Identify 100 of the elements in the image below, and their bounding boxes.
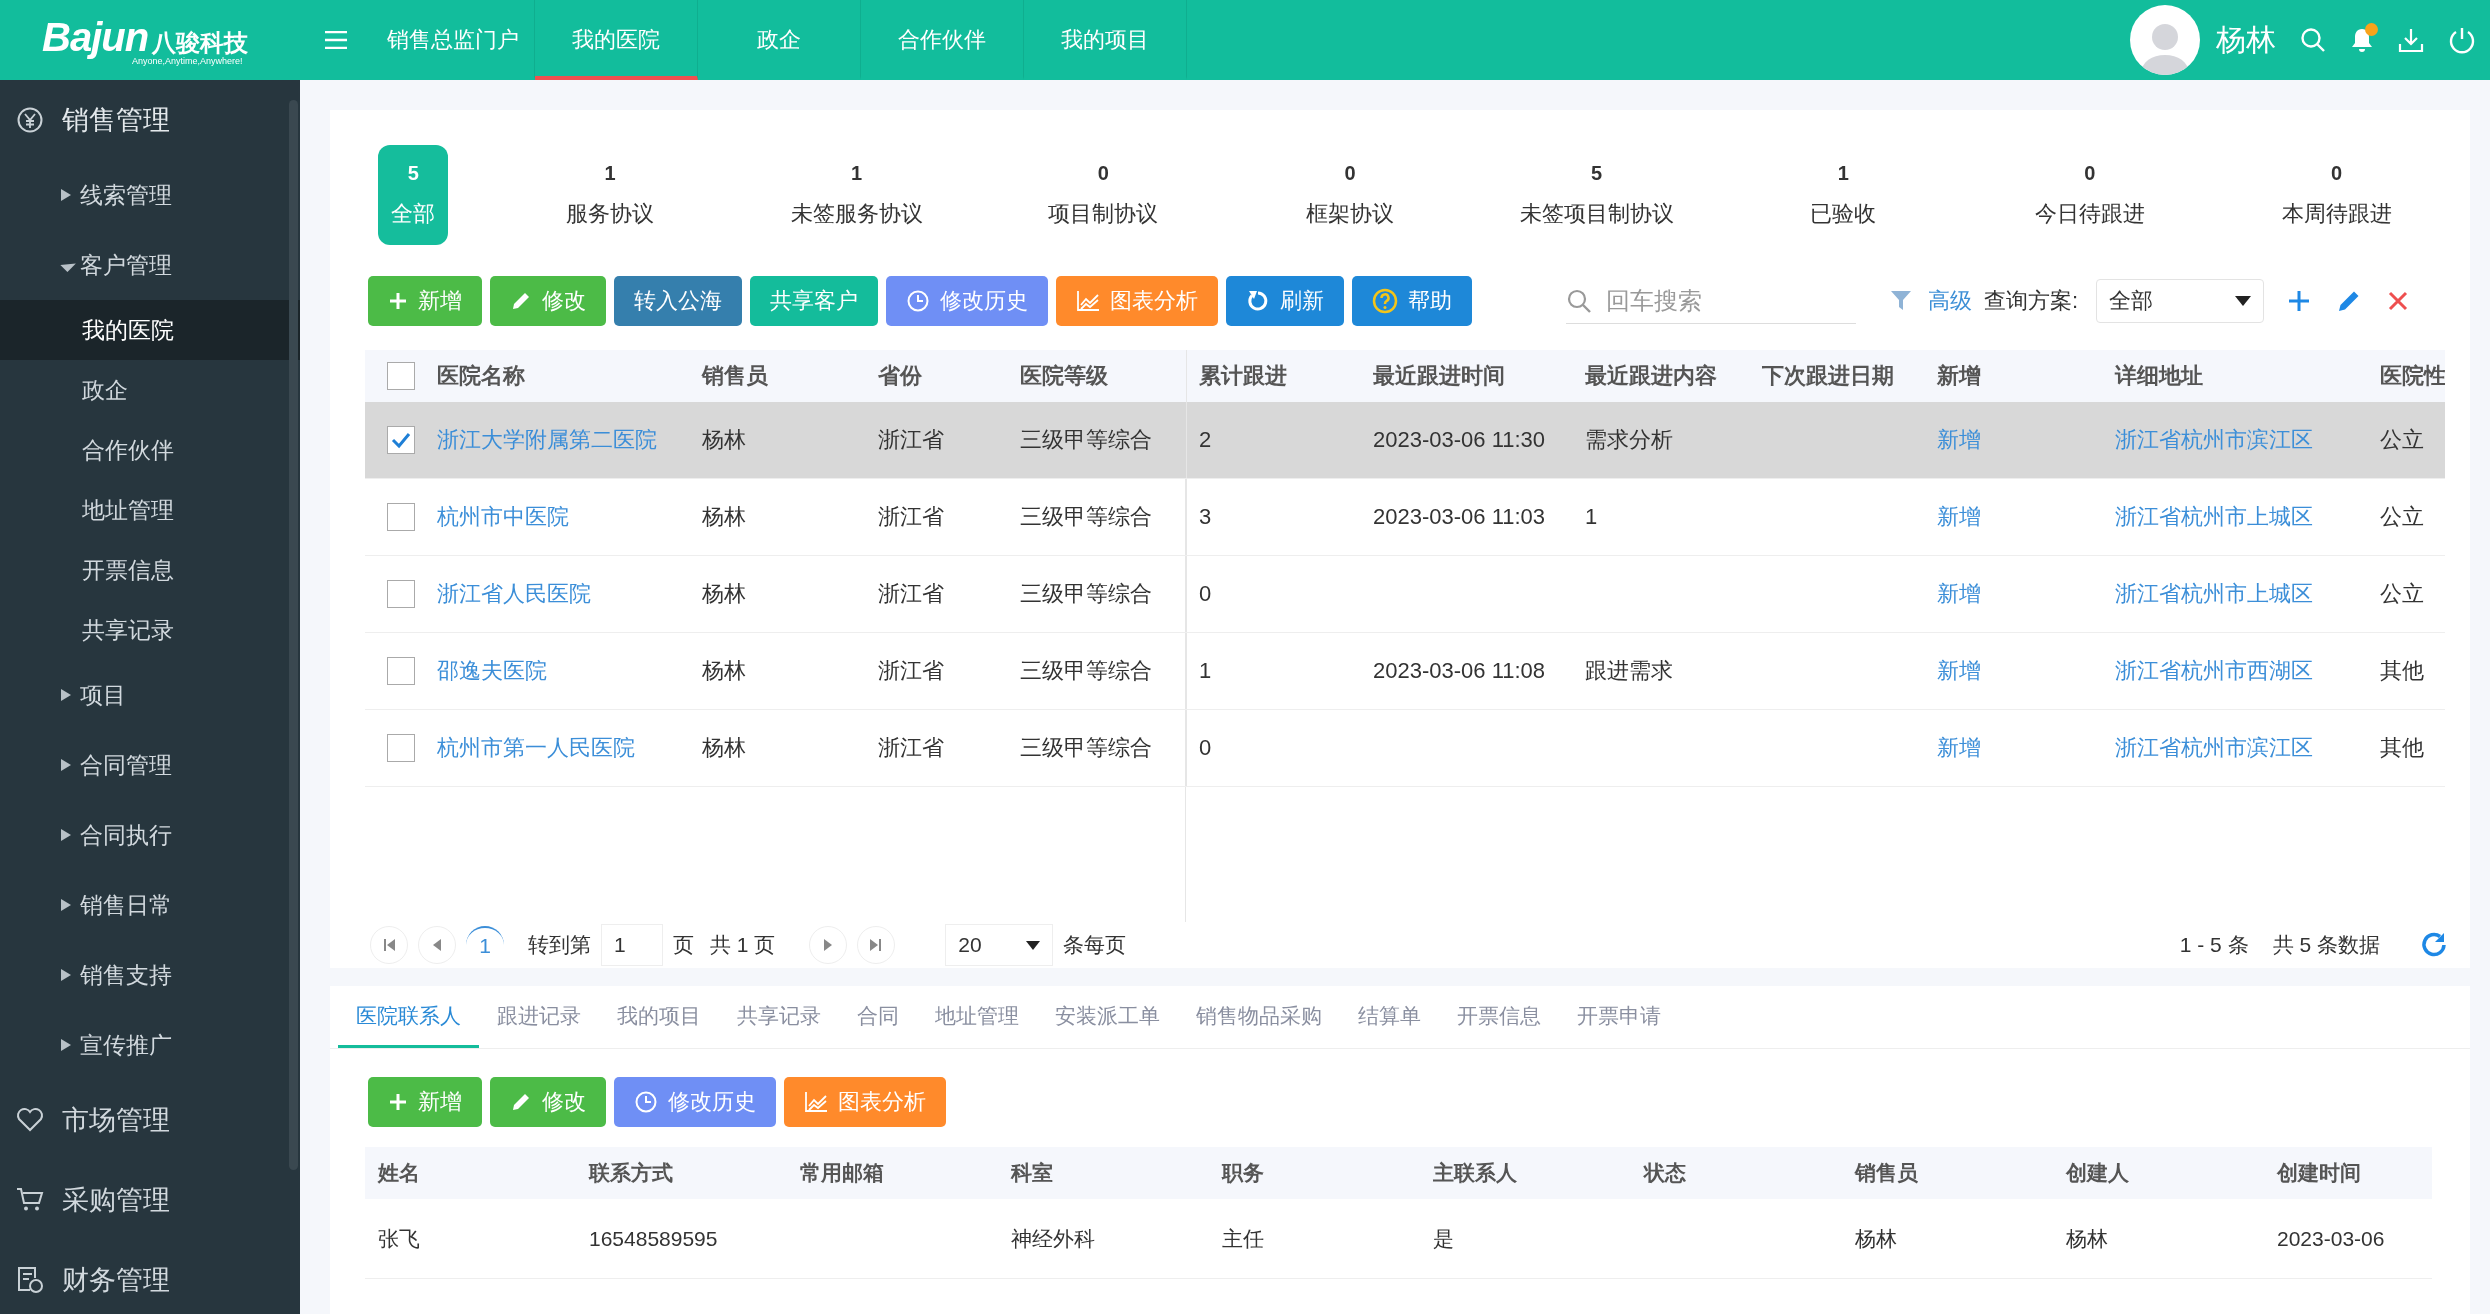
column-header[interactable]: 创建人 <box>2066 1159 2277 1187</box>
sidebar-group[interactable]: 市场管理 <box>62 1102 170 1138</box>
sidebar-item[interactable]: 销售支持 <box>80 959 172 991</box>
column-header[interactable]: 姓名 <box>378 1159 589 1187</box>
table-row[interactable]: 杭州市中医院 杨林 浙江省 三级甲等综合 3 2023-03-06 11:03 1 新增 浙江省杭州市上城区 公立 <box>365 479 2445 556</box>
table-link[interactable]: 杭州市第一人民医院 <box>437 735 635 760</box>
sidebar-item[interactable]: 客户管理 <box>80 249 172 281</box>
checkbox[interactable] <box>387 503 415 531</box>
detail-tab[interactable]: 医院联系人 <box>338 986 479 1048</box>
search-icon[interactable] <box>2300 27 2326 53</box>
sidebar-item[interactable]: 销售日常 <box>80 889 172 921</box>
stat-tab[interactable]: 5 未签项目制协议 <box>1511 145 1682 245</box>
sidebar-group[interactable]: 财务管理 <box>62 1262 170 1298</box>
column-header[interactable]: 科室 <box>1011 1159 1222 1187</box>
column-header[interactable]: 状态 <box>1644 1159 1855 1187</box>
expand-arrow-icon[interactable] <box>60 1038 72 1052</box>
sidebar-item[interactable]: 共享记录 <box>0 600 300 660</box>
sidebar-item[interactable]: 合作伙伴 <box>0 420 300 480</box>
stat-tab[interactable]: 1 未签服务协议 <box>771 145 942 245</box>
stat-tab[interactable]: 0 本周待跟进 <box>2251 145 2422 245</box>
checkbox[interactable] <box>387 734 415 762</box>
checkbox[interactable] <box>387 657 415 685</box>
download-icon[interactable] <box>2398 27 2424 53</box>
table-row[interactable]: 杭州市第一人民医院 杨林 浙江省 三级甲等综合 0 新增 浙江省杭州市滨江区 其他 <box>365 710 2445 787</box>
column-header[interactable]: 职务 <box>1222 1159 1433 1187</box>
table-cell: 1 <box>1199 658 1212 684</box>
expand-arrow-icon[interactable] <box>60 758 72 772</box>
sidebar-item[interactable]: 合同管理 <box>80 749 172 781</box>
plus-icon[interactable] <box>2288 290 2310 312</box>
scheme-select[interactable]: 全部 <box>2096 279 2264 323</box>
toolbar-button[interactable]: 帮助 <box>1352 276 1472 326</box>
stat-tab[interactable]: 0 今日待跟进 <box>2004 145 2175 245</box>
toolbar-button[interactable]: 转入公海 <box>614 276 742 326</box>
total-pages: 共 1 页 <box>710 932 776 959</box>
table-cell: 杨林 <box>702 658 746 683</box>
expand-arrow-icon[interactable] <box>60 968 72 982</box>
column-header[interactable]: 主联系人 <box>1433 1159 1644 1187</box>
column-header[interactable]: 销售员 <box>702 361 878 391</box>
filter-icon[interactable] <box>1889 289 1912 313</box>
column-header[interactable]: 创建时间 <box>2277 1159 2488 1187</box>
table-link[interactable]: 杭州市中医院 <box>437 504 569 529</box>
column-header[interactable]: 新增 <box>1937 361 2115 391</box>
table-link[interactable]: 新增 <box>1937 658 1981 683</box>
scrollbar[interactable] <box>289 100 298 1170</box>
table-cell: 1 <box>1585 504 1598 529</box>
page-input[interactable]: 1 <box>601 924 663 967</box>
checkbox[interactable] <box>387 426 415 454</box>
table-cell: 浙江省 <box>878 504 944 529</box>
expand-arrow-icon[interactable] <box>60 188 72 202</box>
expand-arrow-icon[interactable] <box>60 898 72 912</box>
sidebar-group[interactable]: 销售管理 <box>62 102 170 138</box>
scheme-label: 查询方案: <box>1983 287 2078 315</box>
column-header[interactable]: 最近跟进时间 <box>1373 361 1585 391</box>
table-cell: 浙江省 <box>878 658 944 683</box>
table-link[interactable]: 新增 <box>1937 504 1981 529</box>
table-cell: 三级甲等综合 <box>1020 581 1152 606</box>
table-cell: 跟进需求 <box>1585 658 1673 683</box>
pencil-icon <box>510 1091 532 1113</box>
column-header[interactable]: 最近跟进内容 <box>1585 361 1762 391</box>
column-header[interactable]: 医院名称 <box>437 361 702 391</box>
last-page-icon <box>869 938 884 953</box>
sidebar-item[interactable]: 政企 <box>0 360 300 420</box>
toolbar-button[interactable]: 刷新 <box>1226 276 1344 326</box>
column-header[interactable]: 常用邮箱 <box>800 1159 1011 1187</box>
table-row[interactable]: 浙江大学附属第二医院 杨林 浙江省 三级甲等综合 2 2023-03-06 11:30 需求分析 新增 浙江省杭州市滨江区 公立 <box>365 402 2445 479</box>
menu-icon[interactable] <box>325 31 347 49</box>
column-header[interactable]: 详细地址 <box>2115 361 2380 391</box>
column-header[interactable]: 省份 <box>878 361 1020 391</box>
expand-arrow-icon[interactable] <box>60 688 72 702</box>
stat-tab[interactable]: 1 服务协议 <box>525 145 695 245</box>
sidebar-item[interactable]: 我的医院 <box>0 300 300 360</box>
column-header[interactable]: 销售员 <box>1855 1159 2066 1187</box>
sidebar-item[interactable]: 合同执行 <box>80 819 172 851</box>
table-link[interactable]: 新增 <box>1937 581 1981 606</box>
column-header[interactable]: 联系方式 <box>589 1159 800 1187</box>
table-cell: 2023-03-06 11:03 <box>1373 504 1546 529</box>
checkbox[interactable] <box>387 362 415 390</box>
table-row[interactable]: 浙江省人民医院 杨林 浙江省 三级甲等综合 0 新增 浙江省杭州市上城区 公立 <box>365 556 2445 633</box>
page-size-select[interactable]: 20 <box>945 924 1054 967</box>
sidebar-item[interactable]: 地址管理 <box>0 480 300 540</box>
sidebar-item[interactable]: 宣传推广 <box>80 1029 172 1061</box>
sidebar-item[interactable]: 项目 <box>80 679 126 711</box>
plus-icon <box>388 291 408 311</box>
search-field[interactable]: 回车搜索 <box>1603 285 1848 316</box>
power-icon[interactable] <box>2448 26 2476 54</box>
checkbox[interactable] <box>387 580 415 608</box>
sidebar-item[interactable]: 线索管理 <box>80 179 172 211</box>
stat-tab[interactable]: 0 项目制协议 <box>1018 145 1189 245</box>
stat-tab[interactable]: 1 已验收 <box>1758 145 1929 245</box>
advanced-search-link[interactable]: 高级 <box>1927 286 1972 316</box>
table-link[interactable]: 新增 <box>1937 735 1981 760</box>
column-header[interactable]: 医院性 <box>2380 361 2445 391</box>
expand-arrow-icon[interactable] <box>60 828 72 842</box>
bell-icon[interactable] <box>2350 27 2374 53</box>
close-icon[interactable] <box>2388 291 2408 311</box>
sidebar-item[interactable]: 开票信息 <box>0 540 300 600</box>
sidebar-group[interactable]: 采购管理 <box>62 1182 170 1218</box>
stat-tab[interactable]: 0 框架协议 <box>1264 145 1435 245</box>
table-row[interactable]: 邵逸夫医院 杨林 浙江省 三级甲等综合 1 2023-03-06 11:08 跟进需求 新增 浙江省杭州市西湖区 其他 <box>365 633 2445 710</box>
column-header[interactable]: 下次跟进日期 <box>1762 361 1937 391</box>
